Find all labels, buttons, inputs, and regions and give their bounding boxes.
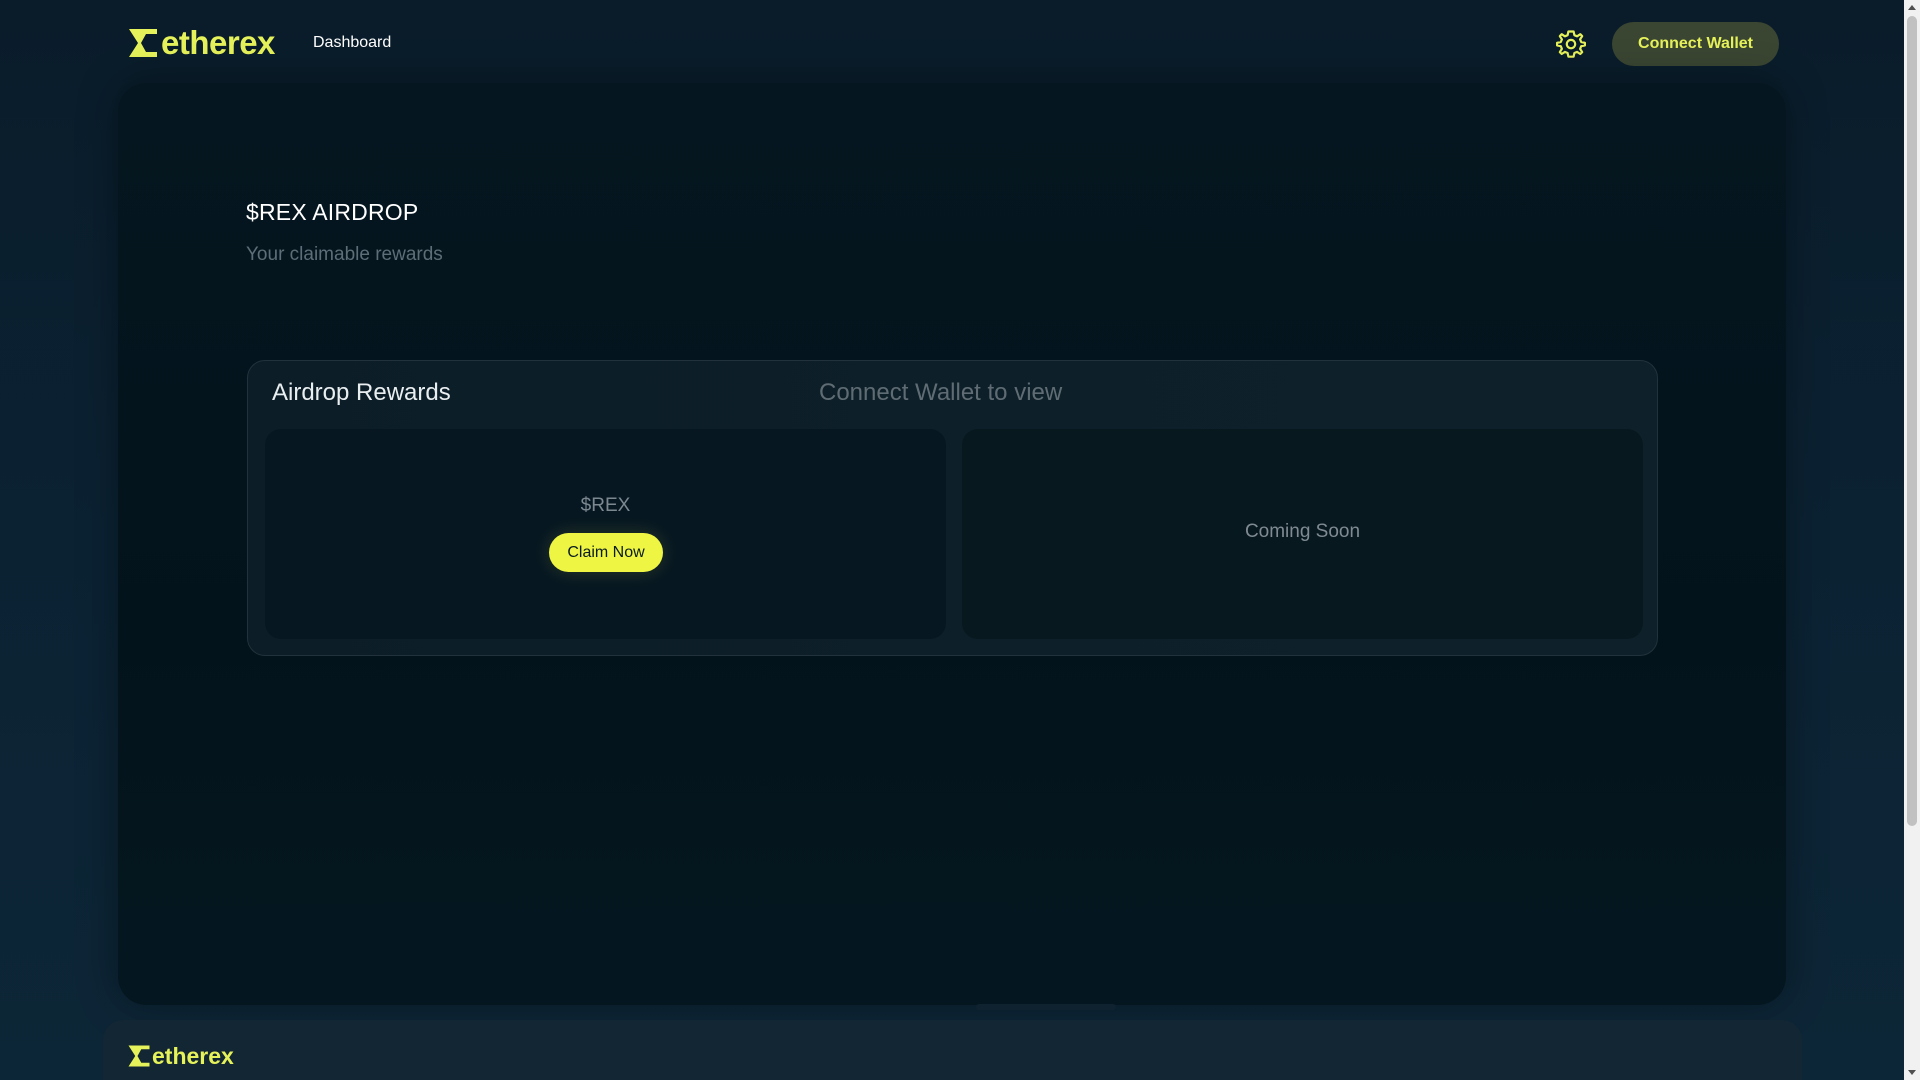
etherex-logo-icon — [129, 29, 157, 57]
footer: etherex — [103, 1020, 1802, 1080]
rex-reward-card: $REX Claim Now — [265, 429, 946, 639]
scroll-up-icon[interactable] — [1908, 5, 1916, 10]
logo-text: etherex — [161, 24, 275, 61]
connect-wallet-button[interactable]: Connect Wallet — [1612, 22, 1779, 66]
scroll-down-icon[interactable] — [1908, 1070, 1916, 1075]
nav-dashboard-link[interactable]: Dashboard — [313, 32, 391, 54]
claim-now-button[interactable]: Claim Now — [549, 533, 663, 572]
airdrop-rewards-card: Airdrop Rewards Connect Wallet to view $… — [247, 360, 1658, 656]
etherex-logo[interactable]: etherex — [127, 24, 275, 61]
coming-soon-card: Coming Soon — [962, 429, 1643, 639]
rewards-status: Connect Wallet to view — [819, 379, 1063, 406]
page-subtitle: Your claimable rewards — [246, 244, 443, 265]
scroll-thumb[interactable] — [1907, 16, 1917, 826]
footer-logo-text: etherex — [152, 1043, 234, 1069]
token-label: $REX — [580, 495, 631, 516]
etherex-logo-icon — [128, 1045, 150, 1067]
vertical-scrollbar[interactable] — [1904, 0, 1920, 1080]
page-title: $REX AIRDROP — [246, 199, 419, 225]
top-navbar: etherex Dashboard Connect Wallet — [0, 0, 1904, 86]
footer-logo[interactable]: etherex — [127, 1044, 234, 1068]
panel-handle — [976, 1004, 1116, 1010]
gear-icon[interactable] — [1555, 28, 1587, 60]
coming-soon-label: Coming Soon — [1244, 521, 1361, 542]
rewards-title: Airdrop Rewards — [272, 379, 451, 406]
